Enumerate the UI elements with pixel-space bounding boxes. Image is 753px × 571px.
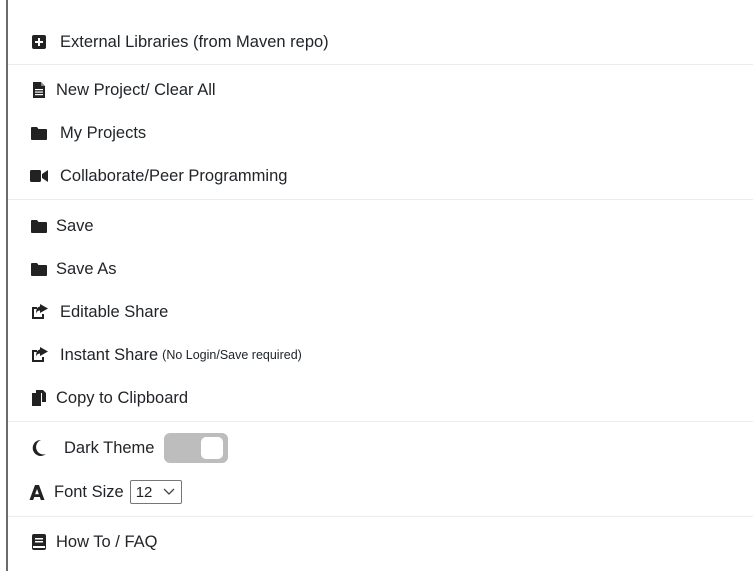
menu-item-instant-share[interactable]: Instant Share (No Login/Save required) [8,335,753,375]
menu-item-label: Collaborate/Peer Programming [60,166,288,185]
plus-square-icon [30,33,48,51]
divider [8,516,753,517]
menu-item-label: Save [56,216,94,235]
folder-icon [30,260,48,278]
share-square-icon [30,303,48,321]
menu-item-new-project[interactable]: New Project/ Clear All [8,70,753,110]
chevron-down-icon [162,484,176,498]
menu-item-label: How To / FAQ [56,532,158,551]
menu-item-copy-clipboard[interactable]: Copy to Clipboard [8,378,753,418]
menu-item-label: Save As [56,259,117,278]
font-size-label: Font Size [54,482,124,501]
dropdown-menu: External Libraries (from Maven repo) New… [8,0,753,571]
menu-item-collaborate[interactable]: Collaborate/Peer Programming [8,156,753,196]
file-icon [30,81,48,99]
menu-item-label: Copy to Clipboard [56,388,189,407]
menu-item-howto-faq[interactable]: How To / FAQ [8,522,753,562]
divider [8,199,753,200]
menu-item-dark-theme: Dark Theme [8,428,753,468]
menu-item-label: My Projects [60,123,147,142]
menu-item-external-libraries[interactable]: External Libraries (from Maven repo) [8,22,753,62]
menu-item-my-projects[interactable]: My Projects [8,113,753,153]
toggle-knob [201,437,224,459]
menu-item-save-as[interactable]: Save As [8,249,753,289]
book-icon [30,533,48,551]
menu-item-label: External Libraries (from Maven repo) [60,32,329,51]
moon-icon [30,439,48,457]
share-square-icon [30,346,48,364]
menu-item-label: Instant Share [60,345,159,364]
menu-item-sublabel: (No Login/Save required) [162,348,302,362]
menu-item-label: New Project/ Clear All [56,80,216,99]
dark-theme-label: Dark Theme [64,438,155,457]
menu-item-save[interactable]: Save [8,206,753,246]
folder-icon [30,217,48,235]
font-size-value: 12 [135,483,153,501]
folder-icon [30,124,48,142]
video-camera-icon [30,167,48,185]
font-icon [28,483,46,501]
font-size-select[interactable]: 12 [129,480,182,504]
copy-icon [30,389,48,407]
divider [8,421,753,422]
dark-theme-toggle[interactable] [164,433,229,463]
menu-item-font-size: Font Size 12 [8,472,753,512]
divider [8,64,753,65]
menu-item-label: Editable Share [60,302,169,321]
menu-item-editable-share[interactable]: Editable Share [8,292,753,332]
